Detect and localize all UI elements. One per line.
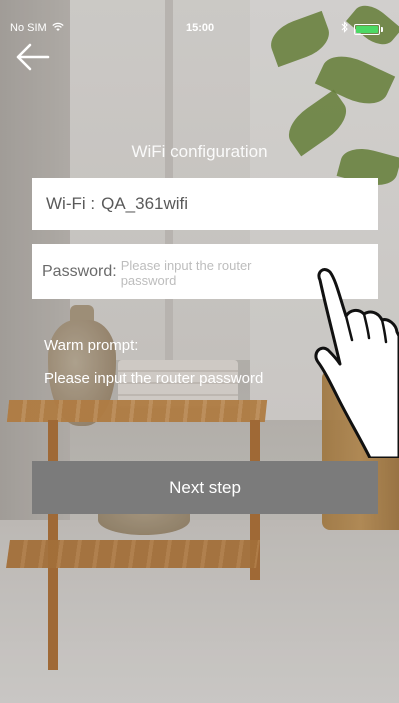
password-input[interactable] [120, 249, 311, 294]
wifi-config-screen: No SIM 15:00 WiFi configuration Wi-Fi : … [0, 0, 399, 703]
carrier-label: No SIM [10, 22, 47, 34]
next-step-button[interactable]: Next step [32, 461, 378, 514]
warm-prompt-text: Please input the router password [44, 370, 264, 387]
status-bar: No SIM 15:00 [0, 0, 399, 44]
wifi-icon [52, 22, 64, 31]
wifi-ssid-field: Wi-Fi : QA_361wifi [32, 178, 378, 230]
warm-prompt-title: Warm prompt: [44, 337, 139, 354]
battery-icon [354, 24, 380, 35]
pointing-hand-icon [314, 268, 399, 458]
bluetooth-icon [341, 21, 348, 33]
battery-tip [381, 27, 383, 32]
back-arrow-icon [16, 43, 50, 70]
clock: 15:00 [186, 22, 215, 34]
back-button[interactable] [12, 40, 52, 76]
password-label: Password: [42, 262, 117, 280]
page-title: WiFi configuration [131, 142, 268, 161]
wifi-label: Wi-Fi : [46, 194, 96, 213]
battery-level [356, 26, 378, 33]
wifi-ssid-value: QA_361wifi [101, 194, 189, 213]
